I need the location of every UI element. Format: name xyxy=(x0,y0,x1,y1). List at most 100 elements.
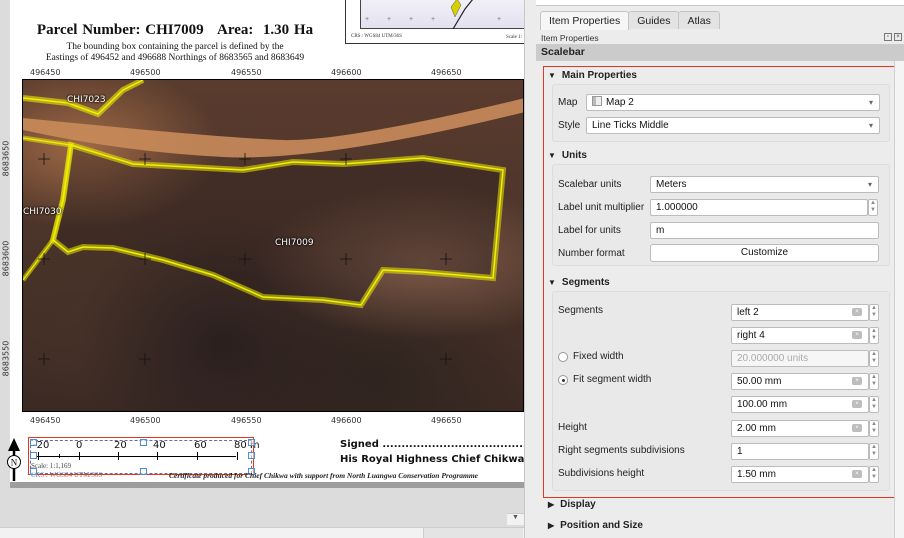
fit-min-spinner[interactable]: ▲ ▼ xyxy=(869,373,879,390)
overview-ticks: ······· xyxy=(364,29,524,33)
subtitle-line-2: Eastings of 496452 and 496688 Northings … xyxy=(45,53,305,63)
label-unit-multiplier-input[interactable]: 1.000000 xyxy=(650,199,868,216)
overview-map-features xyxy=(450,0,473,30)
parcel-subtitle[interactable]: The bounding box containing the parcel i… xyxy=(20,42,330,64)
tab-guides[interactable]: Guides xyxy=(628,11,680,29)
segments-left-input[interactable]: left 2 × xyxy=(731,304,869,321)
tab-item-properties[interactable]: Item Properties xyxy=(540,11,630,30)
group-main-properties[interactable]: ▼ Main Properties xyxy=(548,70,637,81)
easting-bottom-5: 496650 xyxy=(431,416,462,425)
expanded-triangle-icon: ▼ xyxy=(548,278,556,287)
height-spinner[interactable]: ▲ ▼ xyxy=(869,420,879,437)
right-subdivisions-input[interactable]: 1 xyxy=(731,443,869,460)
resize-handle-ml[interactable] xyxy=(30,452,37,459)
easting-bottom-4: 496600 xyxy=(331,416,362,425)
northing-3: 8683550 xyxy=(1,340,11,377)
group-position-and-size[interactable]: ▶ Position and Size xyxy=(548,520,643,531)
easting-top-1: 496450 xyxy=(30,68,61,77)
overview-map[interactable]: + + + + + ······· CRS : WGS84 UTM/36S Sc… xyxy=(345,0,524,44)
fit-max-width-input[interactable]: 100.00 mm × xyxy=(731,396,869,413)
subdivisions-height-spinner[interactable]: ▲ ▼ xyxy=(869,466,879,483)
resize-handle-bl[interactable] xyxy=(30,468,37,475)
fixed-width-radio[interactable] xyxy=(558,352,568,362)
fixed-width-input[interactable]: 20.000000 units xyxy=(731,350,869,367)
properties-scrollbar[interactable] xyxy=(894,61,904,538)
collapsed-triangle-icon: ▶ xyxy=(548,500,555,509)
right-subdivisions-spinner[interactable]: ▲ ▼ xyxy=(869,443,879,460)
properties-scroll-area: ▼ Main Properties Map Map 2 Style Line Ti… xyxy=(536,61,897,538)
resize-handle-mr[interactable] xyxy=(248,452,255,459)
resize-handle-tr[interactable] xyxy=(248,439,255,446)
group-display[interactable]: ▶ Display xyxy=(548,499,596,510)
clear-icon[interactable]: × xyxy=(852,470,862,478)
group-title: Display xyxy=(560,499,596,510)
dock-buttons: ▫ × xyxy=(884,33,902,41)
style-select[interactable]: Line Ticks Middle xyxy=(586,117,880,134)
page-shadow xyxy=(10,482,524,488)
segments-right-value: right 4 xyxy=(737,330,765,341)
label-for-units-label: Label for units xyxy=(558,225,621,236)
horizontal-scrollbar[interactable] xyxy=(0,527,524,538)
scalebar-units-label: Scalebar units xyxy=(558,179,622,190)
group-segments[interactable]: ▼ Segments xyxy=(548,277,610,288)
layout-canvas[interactable]: + + + + + ······· CRS : WGS84 UTM/36S Sc… xyxy=(0,0,524,538)
right-subdivisions-label: Right segments subdivisions xyxy=(558,445,685,456)
fit-segment-width-radio[interactable] xyxy=(558,375,568,385)
clear-icon[interactable]: × xyxy=(852,308,862,316)
segments-label: Segments xyxy=(558,305,604,316)
resize-handle-tm[interactable] xyxy=(140,439,147,446)
height-input[interactable]: 2.00 mm × xyxy=(731,420,869,437)
expanded-triangle-icon: ▼ xyxy=(548,151,556,160)
north-arrow[interactable]: N xyxy=(6,437,22,481)
subdivisions-height-value: 1.50 mm xyxy=(737,469,776,480)
fixed-width-label: Fixed width xyxy=(573,351,624,362)
map-select[interactable]: Map 2 xyxy=(586,94,880,111)
certificate-note[interactable]: Certificate produced for Chief Chikwa wi… xyxy=(169,471,478,480)
multiplier-spinner[interactable]: ▲ ▼ xyxy=(868,199,878,216)
resize-handle-bm[interactable] xyxy=(140,468,147,475)
group-units[interactable]: ▼ Units xyxy=(548,150,587,161)
segments-right-spinner[interactable]: ▲ ▼ xyxy=(869,327,879,344)
signed-line[interactable]: Signed .................................… xyxy=(340,439,524,450)
dock-splitter[interactable] xyxy=(524,0,536,538)
float-dock-icon[interactable]: ▫ xyxy=(884,33,892,41)
north-letter: N xyxy=(11,458,18,468)
parcel-title[interactable]: Parcel Number: CHI7009 Area: 1.30 Ha xyxy=(30,22,320,39)
clear-icon[interactable]: × xyxy=(852,377,862,385)
subtitle-line-1: The bounding box containing the parcel i… xyxy=(66,42,284,52)
fit-segment-width-label: Fit segment width xyxy=(573,374,652,385)
parcel-label-chi7030: CHI7030 xyxy=(23,207,62,217)
segments-right-input[interactable]: right 4 × xyxy=(731,327,869,344)
resize-handle-tl[interactable] xyxy=(30,439,37,446)
main-map[interactable]: CHI7023 CHI7030 CHI7009 xyxy=(22,79,524,412)
easting-top-3: 496550 xyxy=(231,68,262,77)
scroll-down-button[interactable]: ▼ xyxy=(507,513,524,525)
segments-left-spinner[interactable]: ▲ ▼ xyxy=(869,304,879,321)
parcel-label-chi7009: CHI7009 xyxy=(275,238,314,248)
fit-max-spinner[interactable]: ▲ ▼ xyxy=(869,396,879,413)
group-title: Units xyxy=(561,150,587,161)
units-box: Scalebar units Meters Label unit multipl… xyxy=(552,164,890,266)
clear-icon[interactable]: × xyxy=(852,331,862,339)
close-dock-icon[interactable]: × xyxy=(894,33,902,41)
clear-icon[interactable]: × xyxy=(852,424,862,432)
fixed-width-spinner[interactable]: ▲ ▼ xyxy=(869,350,879,367)
collapsed-triangle-icon: ▶ xyxy=(548,521,555,530)
customize-button[interactable]: Customize xyxy=(650,244,879,262)
subdivisions-height-label: Subdivisions height xyxy=(558,468,645,479)
fit-min-width-input[interactable]: 50.00 mm × xyxy=(731,373,869,390)
scalebar-units-select[interactable]: Meters xyxy=(650,176,879,193)
parcel-label-chi7023: CHI7023 xyxy=(67,95,106,105)
easting-bottom-3: 496550 xyxy=(231,416,262,425)
map-select-value: Map 2 xyxy=(606,97,634,108)
clear-icon[interactable]: × xyxy=(852,400,862,408)
map-item-icon xyxy=(592,96,602,106)
easting-top-4: 496600 xyxy=(331,68,362,77)
height-label: Height xyxy=(558,422,587,433)
tab-atlas[interactable]: Atlas xyxy=(678,11,720,29)
north-arrow-icon: N xyxy=(7,438,21,481)
easting-bottom-2: 496500 xyxy=(130,416,161,425)
label-for-units-input[interactable]: m xyxy=(650,222,879,239)
subdivisions-height-input[interactable]: 1.50 mm × xyxy=(731,466,869,483)
signatory-name[interactable]: His Royal Highness Chief Chikwa xyxy=(340,454,524,465)
